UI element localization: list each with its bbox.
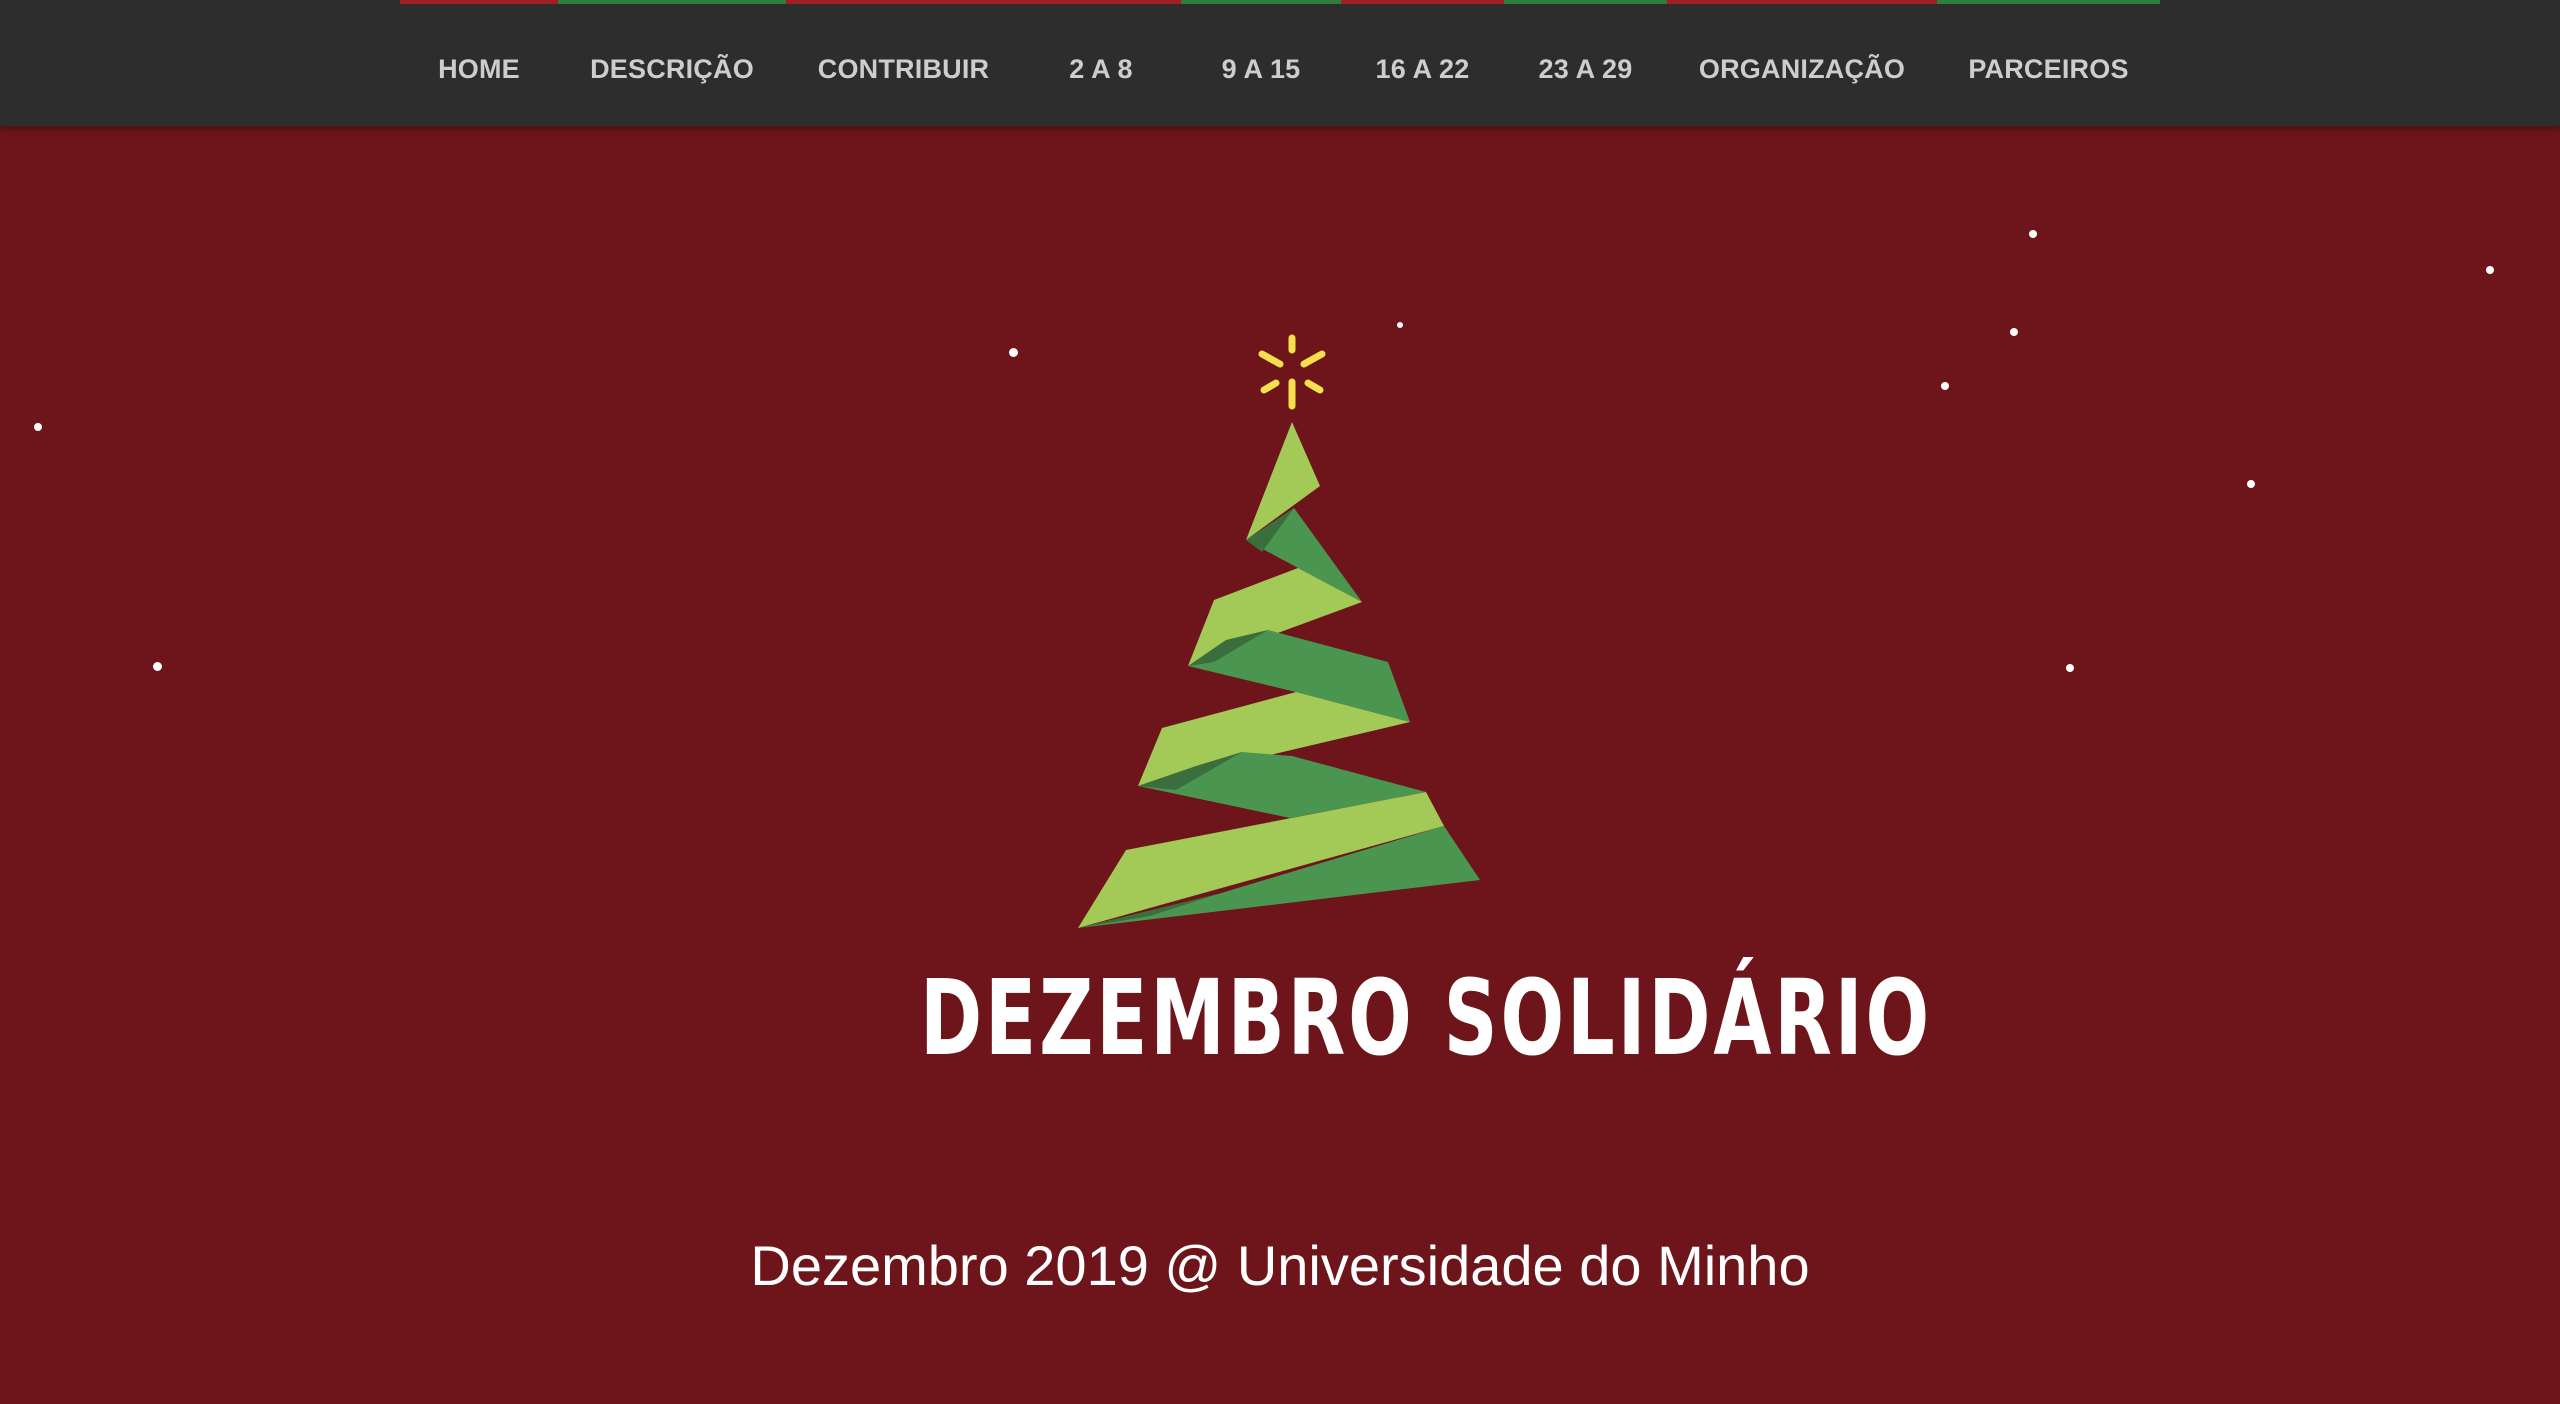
nav-item-parceiros[interactable]: PARCEIROS — [1937, 0, 2160, 126]
nav-item-organizacao[interactable]: ORGANIZAÇÃO — [1667, 0, 1937, 126]
nav-item-label: DESCRIÇÃO — [590, 54, 754, 84]
nav-item-label: 16 A 22 — [1375, 54, 1470, 84]
nav-item-label: 23 A 29 — [1538, 54, 1633, 84]
hero-subtitle: Dezembro 2019 @ Universidade do Minho — [750, 1234, 1810, 1297]
nav-accent-bar — [1937, 0, 2160, 4]
nav-accent-bar — [1181, 0, 1341, 4]
star-icon — [1258, 334, 1326, 410]
page: HOME DESCRIÇÃO CONTRIBUIR 2 A 8 9 A 15 1… — [0, 0, 2560, 1404]
snowflake — [153, 662, 162, 671]
nav-item-16-a-22[interactable]: 16 A 22 — [1341, 0, 1504, 126]
nav-accent-bar — [400, 0, 558, 4]
nav-item-2-a-8[interactable]: 2 A 8 — [1021, 0, 1181, 126]
nav-accent-bar — [786, 0, 1021, 4]
nav-accent-bar — [558, 0, 786, 4]
snowflake — [1009, 348, 1018, 357]
nav-item-9-a-15[interactable]: 9 A 15 — [1181, 0, 1341, 126]
nav-item-label: CONTRIBUIR — [817, 54, 990, 84]
nav-item-descricao[interactable]: DESCRIÇÃO — [558, 0, 786, 126]
nav-item-label: ORGANIZAÇÃO — [1698, 54, 1906, 84]
snowflake — [2486, 266, 2494, 274]
snowflake — [2010, 328, 2018, 336]
snowflake — [2247, 480, 2255, 488]
nav-item-label: HOME — [438, 54, 520, 84]
nav-item-23-a-29[interactable]: 23 A 29 — [1504, 0, 1667, 126]
tree-ribbon — [1078, 422, 1480, 928]
snowflake — [2066, 664, 2074, 672]
brand-title: DEZEMBRO SOLIDÁRIO — [920, 957, 1933, 1079]
top-navbar: HOME DESCRIÇÃO CONTRIBUIR 2 A 8 9 A 15 1… — [0, 0, 2560, 126]
christmas-tree-icon — [1078, 334, 1480, 928]
snowflake — [34, 423, 42, 431]
nav-accent-bar — [1504, 0, 1667, 4]
nav-accent-bar — [1341, 0, 1504, 4]
nav-item-contribuir[interactable]: CONTRIBUIR — [786, 0, 1021, 126]
nav-item-home[interactable]: HOME — [400, 0, 558, 126]
snowflake — [1941, 382, 1949, 390]
nav-item-label: 9 A 15 — [1221, 54, 1301, 84]
nav-item-label: 2 A 8 — [1069, 54, 1133, 84]
nav-item-label: PARCEIROS — [1968, 54, 2129, 84]
nav-accent-bar — [1667, 0, 1937, 4]
snowflake — [2029, 230, 2037, 238]
nav-accent-bar — [1021, 0, 1181, 4]
